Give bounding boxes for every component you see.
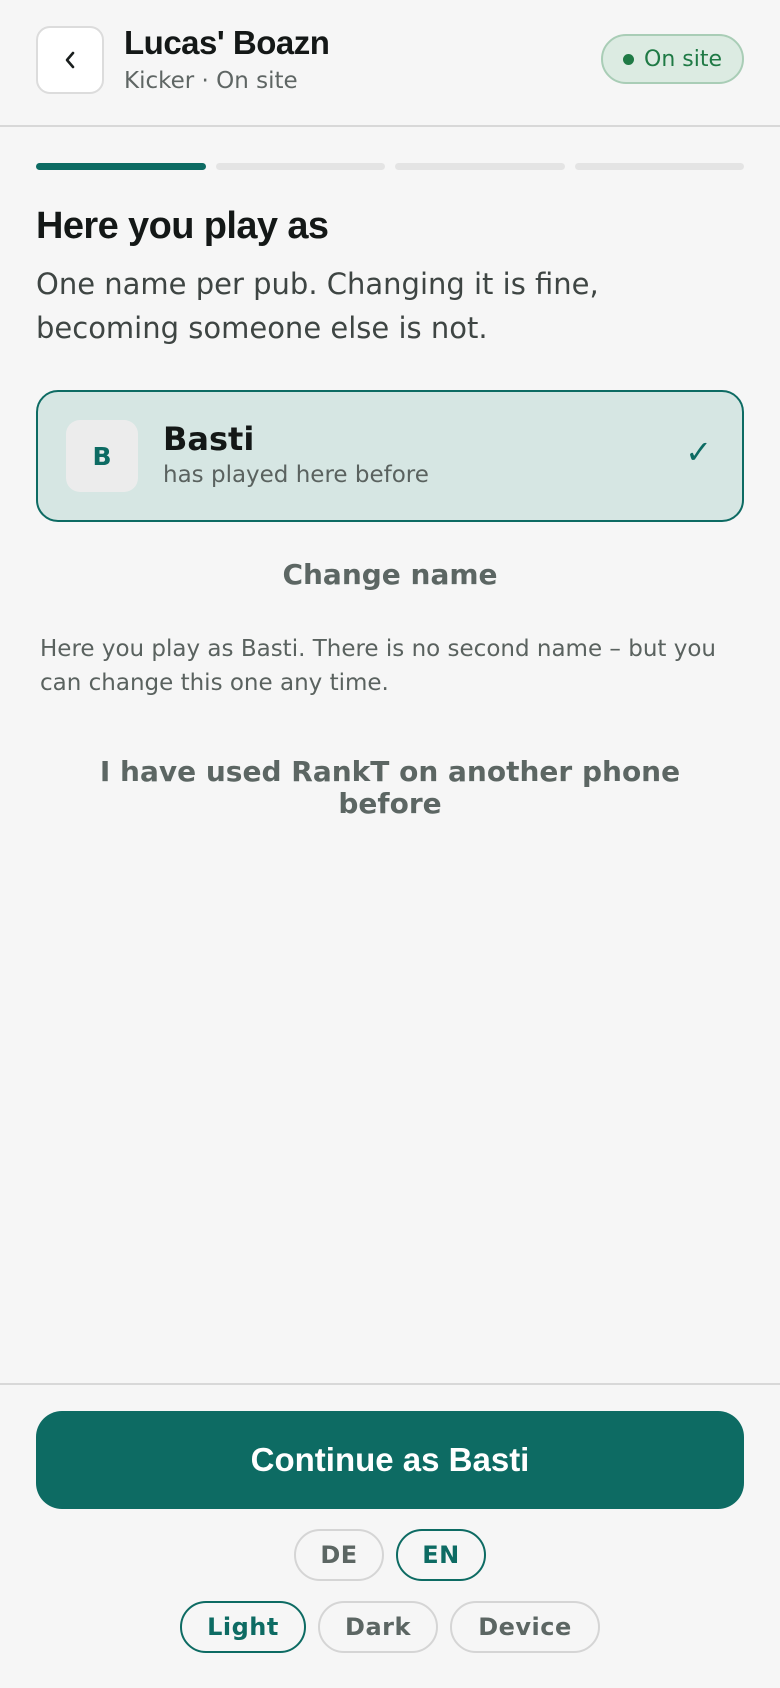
status-badge: On site xyxy=(601,34,744,84)
identity-note: has played here before xyxy=(163,462,429,488)
continue-button[interactable]: Continue as Basti xyxy=(36,1411,744,1509)
identity-name: Basti xyxy=(163,420,255,458)
language-switcher: DE EN xyxy=(0,1529,780,1581)
info-text: Here you play as Basti. There is no seco… xyxy=(40,636,716,696)
change-name-link[interactable]: Change name xyxy=(0,558,780,591)
progress-step-2 xyxy=(215,163,385,170)
avatar: B xyxy=(66,420,138,492)
venue-subtitle: Kicker · On site xyxy=(124,68,298,94)
status-label: On site xyxy=(644,46,722,72)
identity-card[interactable]: B Basti has played here before ✓ xyxy=(36,390,744,522)
theme-switcher: Light Dark Device xyxy=(0,1601,780,1653)
other-phone-link[interactable]: I have used RankT on another phone befor… xyxy=(60,756,720,820)
step-progress xyxy=(36,163,744,170)
theme-light-button[interactable]: Light xyxy=(180,1601,306,1653)
venue-title: Lucas' Boazn xyxy=(124,24,330,61)
app-header: Lucas' Boazn Kicker · On site On site xyxy=(0,0,780,127)
chevron-left-icon xyxy=(63,50,77,70)
theme-device-button[interactable]: Device xyxy=(450,1601,600,1653)
progress-step-1 xyxy=(36,163,206,170)
page-title: Here you play as xyxy=(36,205,329,247)
page-subtitle: One name per pub. Changing it is fine, b… xyxy=(36,267,599,345)
footer: Continue as Basti DE EN Light Dark Devic… xyxy=(0,1383,780,1688)
status-dot-icon xyxy=(623,53,634,65)
back-button[interactable] xyxy=(36,26,104,94)
theme-dark-button[interactable]: Dark xyxy=(318,1601,438,1653)
language-de-button[interactable]: DE xyxy=(294,1529,384,1581)
progress-step-4 xyxy=(574,163,744,170)
check-icon: ✓ xyxy=(685,433,712,471)
language-en-button[interactable]: EN xyxy=(396,1529,486,1581)
progress-step-3 xyxy=(395,163,565,170)
